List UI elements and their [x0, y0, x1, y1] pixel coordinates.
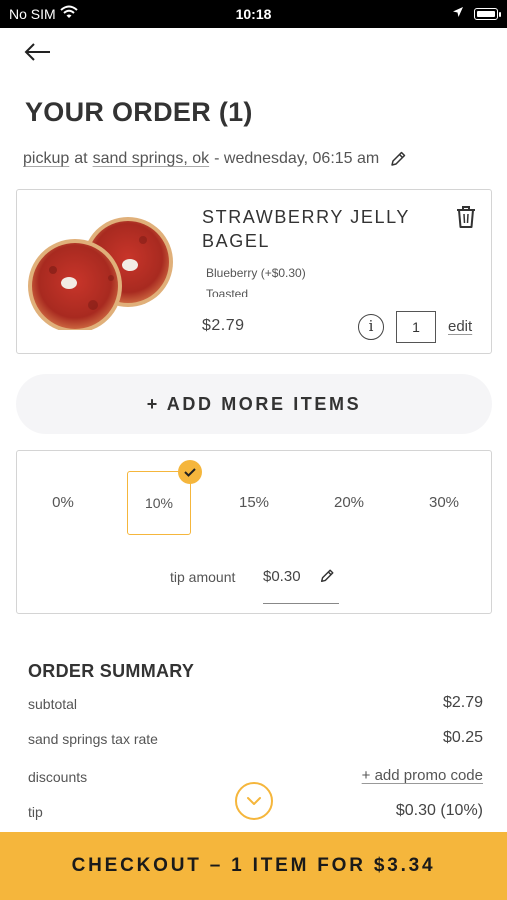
tip-card: 0% 10% 15% 20% 30% tip amount $0.30 [16, 450, 492, 614]
back-button[interactable] [22, 38, 54, 66]
summary-label: subtotal [28, 696, 78, 712]
status-time: 10:18 [235, 6, 272, 22]
summary-value: $0.25 [442, 729, 483, 746]
checkout-button[interactable]: CHECKOUT – 1 ITEM FOR $3.34 [0, 832, 507, 900]
modifier-list: Blueberry (+$0.30) Toasted [206, 263, 306, 297]
order-info: pickup at sand springs, ok - wednesday, … [23, 150, 407, 168]
tip-option-0[interactable]: 0% [31, 471, 95, 535]
summary-label: discounts [28, 769, 88, 785]
summary-label: tip [28, 804, 43, 820]
page-title: YOUR ORDER (1) [25, 97, 253, 127]
quantity-input[interactable] [396, 311, 436, 343]
scroll-down-button[interactable] [235, 782, 273, 820]
bagel-image [28, 217, 173, 330]
summary-title: ORDER SUMMARY [28, 661, 195, 681]
status-bar: No SIM 10:18 [0, 0, 507, 28]
pencil-icon[interactable] [319, 568, 335, 584]
summary-value: $0.30 (10%) [395, 802, 483, 819]
location-arrow-icon [453, 7, 463, 17]
modifier-item: Toasted [206, 287, 249, 297]
cart-item-card: STRAWBERRY JELLY BAGEL Blueberry (+$0.30… [16, 189, 492, 354]
tip-amount-label: tip amount [170, 569, 236, 585]
edit-item-link[interactable]: edit [448, 318, 472, 335]
tip-option-15[interactable]: 15% [222, 471, 286, 535]
summary-label: sand springs tax rate [28, 731, 158, 747]
trash-icon [457, 206, 475, 228]
item-name: STRAWBERRY JELLY BAGEL [202, 207, 410, 251]
arrow-left-icon [24, 43, 50, 61]
modifier-item: Blueberry (+$0.30) [206, 266, 306, 280]
pickup-time-text: - wednesday, 06:15 am [214, 150, 380, 167]
tip-amount-value[interactable]: $0.30 [263, 568, 301, 585]
add-more-items-button[interactable]: + ADD MORE ITEMS [16, 374, 492, 434]
at-text: at [74, 150, 88, 167]
pickup-mode-link[interactable]: pickup [23, 150, 69, 168]
battery-icon [474, 8, 501, 20]
summary-row-tax: sand springs tax rate $0.25 [28, 729, 483, 751]
location-link[interactable]: sand springs, ok [93, 150, 210, 168]
chevron-down-icon [247, 797, 261, 805]
item-price: $2.79 [202, 317, 245, 334]
tip-option-30[interactable]: 30% [412, 471, 476, 535]
delete-item-button[interactable] [454, 204, 478, 230]
summary-value: $2.79 [442, 694, 483, 711]
item-info-button[interactable]: i [358, 314, 384, 340]
add-promo-code-link[interactable]: + add promo code [362, 767, 483, 784]
checkmark-icon [178, 460, 202, 484]
pencil-icon[interactable] [389, 150, 407, 168]
summary-row-subtotal: subtotal $2.79 [28, 694, 483, 716]
tip-amount-underline [263, 603, 339, 604]
tip-option-20[interactable]: 20% [317, 471, 381, 535]
